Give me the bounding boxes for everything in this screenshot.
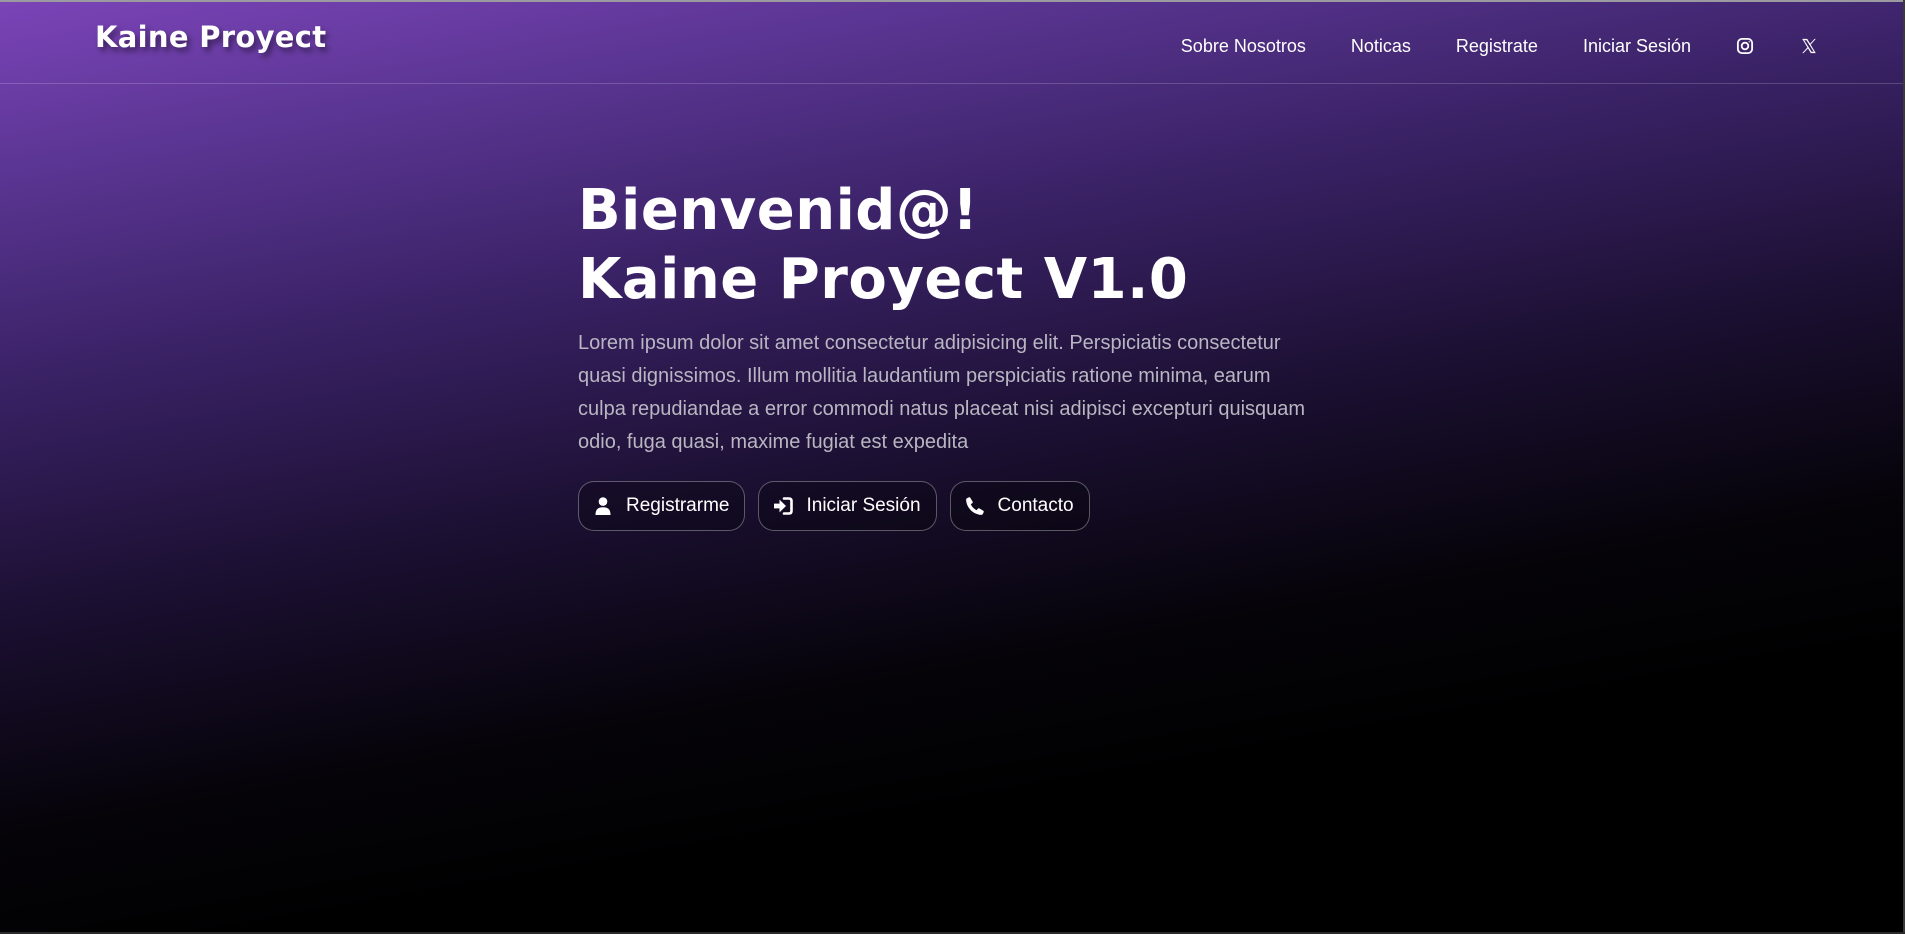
contact-button[interactable]: Contacto <box>949 481 1090 531</box>
hero-title-line-2: Kaine Proyect V1.0 <box>578 247 1189 312</box>
nav-link-noticas[interactable]: Noticas <box>1351 36 1411 57</box>
phone-icon <box>965 496 985 516</box>
hero-section: Bienvenid@! Kaine Proyect V1.0 Lorem ips… <box>578 176 1338 531</box>
nav-link-registrate[interactable]: Registrate <box>1456 36 1538 57</box>
register-button[interactable]: Registrarme <box>578 481 746 531</box>
hero-title: Bienvenid@! Kaine Proyect V1.0 <box>578 176 1338 314</box>
login-button[interactable]: Iniciar Sesión <box>758 481 937 531</box>
register-button-label: Registrarme <box>626 495 730 516</box>
hero-title-line-1: Bienvenid@! <box>578 178 979 243</box>
instagram-icon[interactable] <box>1735 36 1755 56</box>
user-icon <box>593 496 613 516</box>
sign-in-icon <box>773 496 794 516</box>
nav-links: Sobre Nosotros Noticas Registrate Inicia… <box>1181 26 1819 66</box>
navbar: Kaine Proyect Sobre Nosotros Noticas Reg… <box>0 2 1905 84</box>
x-icon[interactable] <box>1799 36 1819 56</box>
login-button-label: Iniciar Sesión <box>806 495 921 516</box>
nav-link-iniciar-sesion[interactable]: Iniciar Sesión <box>1583 36 1691 57</box>
hero-paragraph: Lorem ipsum dolor sit amet consectetur a… <box>578 332 1306 453</box>
contact-button-label: Contacto <box>997 495 1074 516</box>
landing-page: Kaine Proyect Sobre Nosotros Noticas Reg… <box>0 0 1905 934</box>
nav-link-sobre-nosotros[interactable]: Sobre Nosotros <box>1181 36 1306 57</box>
brand-logo[interactable]: Kaine Proyect <box>95 20 326 54</box>
hero-actions: Registrarme Iniciar Sesión Contacto <box>578 481 1338 531</box>
